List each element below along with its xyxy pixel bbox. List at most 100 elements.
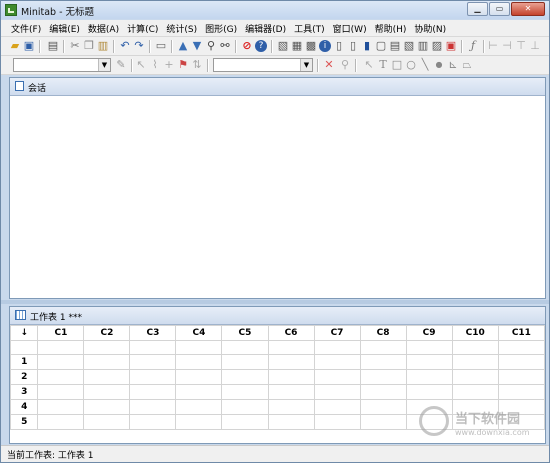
cell[interactable] <box>267 414 315 430</box>
insert-columns-icon[interactable]: ⊤ <box>515 40 527 52</box>
polyline-tool-icon[interactable]: ⊾ <box>447 59 459 71</box>
column-name-cell[interactable] <box>83 340 131 355</box>
cell[interactable] <box>267 369 315 385</box>
cell[interactable] <box>221 384 269 400</box>
cell[interactable] <box>175 354 223 370</box>
undo-icon[interactable]: ↶ <box>119 40 131 52</box>
cell[interactable] <box>37 369 85 385</box>
column-name-cell[interactable] <box>359 340 407 355</box>
row-header[interactable]: 3 <box>10 384 39 400</box>
column-name-cell[interactable] <box>175 340 223 355</box>
column-name-cell[interactable] <box>37 340 85 355</box>
column-name-cell[interactable] <box>129 340 177 355</box>
cell[interactable] <box>313 369 361 385</box>
cell[interactable] <box>359 384 407 400</box>
insert-cells-icon[interactable]: ⊢ <box>487 40 499 52</box>
find-replace-icon[interactable]: ⚯ <box>219 40 231 52</box>
zoom-icon[interactable]: ⚲ <box>339 59 351 71</box>
copy-icon[interactable]: ❐ <box>83 40 95 52</box>
row-header[interactable]: 2 <box>10 369 39 385</box>
column-name-cell[interactable] <box>451 340 499 355</box>
column-name-cell[interactable] <box>405 340 453 355</box>
column-header[interactable]: C3 <box>129 325 177 341</box>
column-name-cell[interactable] <box>267 340 315 355</box>
save-icon[interactable]: ▣ <box>23 40 35 52</box>
cell[interactable] <box>83 354 131 370</box>
fx-icon[interactable]: ƒ <box>467 40 479 52</box>
cell[interactable] <box>129 369 177 385</box>
chevron-down-icon[interactable]: ▼ <box>98 59 110 71</box>
menu-data[interactable]: 数据(A) <box>88 22 119 35</box>
chevron-down-icon[interactable]: ▼ <box>300 59 312 71</box>
arrow-up-icon[interactable]: ▲ <box>177 40 189 52</box>
minimize-button[interactable]: ▁ <box>467 2 488 16</box>
cell[interactable] <box>175 384 223 400</box>
column-name-cell[interactable] <box>497 340 545 355</box>
help-icon[interactable]: ? <box>255 40 267 52</box>
cell[interactable] <box>129 384 177 400</box>
pane-splitter[interactable] <box>1 300 549 304</box>
cell[interactable] <box>451 369 499 385</box>
cell[interactable] <box>221 399 269 415</box>
new-worksheet-icon[interactable]: ▢ <box>375 40 387 52</box>
cell[interactable] <box>451 384 499 400</box>
row-header[interactable]: 1 <box>10 354 39 370</box>
restore-icon[interactable]: ▨ <box>431 40 443 52</box>
cell[interactable] <box>359 369 407 385</box>
insert-rows-icon[interactable]: ⊣ <box>501 40 513 52</box>
cell[interactable] <box>313 384 361 400</box>
cell[interactable] <box>37 354 85 370</box>
flag-icon[interactable]: ⚑ <box>177 59 189 71</box>
print-icon[interactable]: ▤ <box>47 40 59 52</box>
redo-icon[interactable]: ↷ <box>133 40 145 52</box>
cell[interactable] <box>497 384 545 400</box>
cell[interactable] <box>497 354 545 370</box>
cell[interactable] <box>359 399 407 415</box>
polygon-tool-icon[interactable]: ⏢ <box>461 59 473 71</box>
paste-icon[interactable]: ▥ <box>97 40 109 52</box>
point-tool-icon[interactable]: ● <box>433 59 445 71</box>
menu-edit[interactable]: 编辑(E) <box>49 22 80 35</box>
delete-icon[interactable]: ✕ <box>323 59 335 71</box>
close-button[interactable]: ✕ <box>511 2 545 16</box>
report-pad-icon[interactable]: ▯ <box>333 40 345 52</box>
cell[interactable] <box>451 354 499 370</box>
column-header[interactable]: C4 <box>175 325 223 341</box>
column-header[interactable]: C8 <box>359 325 407 341</box>
session-window[interactable]: 会话 <box>9 77 546 299</box>
rectangle-tool-icon[interactable]: □ <box>391 59 403 71</box>
cell[interactable] <box>129 414 177 430</box>
cell[interactable] <box>129 399 177 415</box>
swap-icon[interactable]: ⇅ <box>191 59 203 71</box>
cell[interactable] <box>83 384 131 400</box>
cell[interactable] <box>405 354 453 370</box>
manager-icon[interactable]: ▯ <box>347 40 359 52</box>
ellipse-tool-icon[interactable]: ○ <box>405 59 417 71</box>
cell[interactable] <box>83 414 131 430</box>
cell[interactable] <box>221 369 269 385</box>
line-tool-icon[interactable]: ╲ <box>419 59 431 71</box>
column-name-cell[interactable] <box>221 340 269 355</box>
column-header[interactable]: C6 <box>267 325 315 341</box>
column-header[interactable]: C1 <box>37 325 85 341</box>
cell[interactable] <box>129 354 177 370</box>
move-columns-icon[interactable]: ⊥ <box>529 40 541 52</box>
column-header[interactable]: C11 <box>497 325 545 341</box>
maximize-button[interactable]: ▭ <box>489 2 510 16</box>
column-name-cell[interactable] <box>313 340 361 355</box>
cell[interactable] <box>267 384 315 400</box>
column-header[interactable]: C9 <box>405 325 453 341</box>
cell[interactable] <box>267 399 315 415</box>
open-folder-icon[interactable]: ▰ <box>9 40 21 52</box>
title-bar[interactable]: Minitab - 无标题 ▁ ▭ ✕ <box>1 1 549 19</box>
worksheet-title-bar[interactable]: 工作表 1 *** <box>10 307 545 325</box>
pointer-icon[interactable]: ↖ <box>363 59 375 71</box>
cell[interactable] <box>497 369 545 385</box>
row-header[interactable]: 4 <box>10 399 39 415</box>
cancel-icon[interactable]: ⊘ <box>241 40 253 52</box>
cell[interactable] <box>175 369 223 385</box>
menu-calc[interactable]: 计算(C) <box>127 22 158 35</box>
cell[interactable] <box>405 369 453 385</box>
text-tool-icon[interactable]: T <box>377 59 389 71</box>
row-header[interactable]: 5 <box>10 414 39 430</box>
